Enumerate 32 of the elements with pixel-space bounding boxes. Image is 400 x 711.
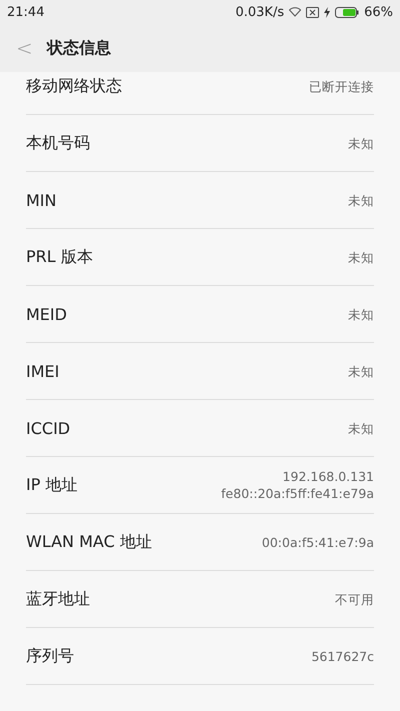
row-value: fe80::20a:f5ff:fe41:e79a <box>221 485 374 502</box>
row-label: 蓝牙地址 <box>26 588 90 610</box>
network-speed: 0.03K/s <box>235 4 284 20</box>
battery-icon <box>335 6 360 18</box>
sim-icon <box>306 6 320 18</box>
charging-icon <box>324 6 330 18</box>
page-title: 状态信息 <box>46 38 111 58</box>
row-label: MEID <box>26 304 67 324</box>
row-label: PRL 版本 <box>26 246 93 268</box>
row-value: 未知 <box>348 134 374 152</box>
row-label: MIN <box>26 190 56 210</box>
row-label: ICCID <box>26 418 70 438</box>
row-value: 未知 <box>348 248 374 266</box>
row-value: 192.168.0.131 <box>282 468 374 485</box>
row-value: 未知 <box>348 192 374 208</box>
back-button[interactable]: < <box>16 36 33 60</box>
row-value: 不可用 <box>335 590 374 608</box>
row-label: 移动网络状态 <box>26 76 122 96</box>
wifi-icon <box>289 7 302 17</box>
row-value: 5617627c <box>311 648 374 664</box>
row-label: 序列号 <box>26 646 74 666</box>
row-label: 本机号码 <box>26 132 90 154</box>
row-label: IMEI <box>26 362 60 380</box>
row-value: 未知 <box>348 306 374 322</box>
clock: 21:44 <box>7 4 44 20</box>
row-value: 未知 <box>348 362 374 380</box>
row-value: 未知 <box>348 420 374 436</box>
row-label: IP 地址 <box>26 474 78 496</box>
row-value: 已断开连接 <box>309 78 374 94</box>
row-label: WLAN MAC 地址 <box>26 532 152 552</box>
row-value: 00:0a:f5:41:e7:9a <box>262 534 374 550</box>
battery-percent: 66% <box>364 4 393 20</box>
